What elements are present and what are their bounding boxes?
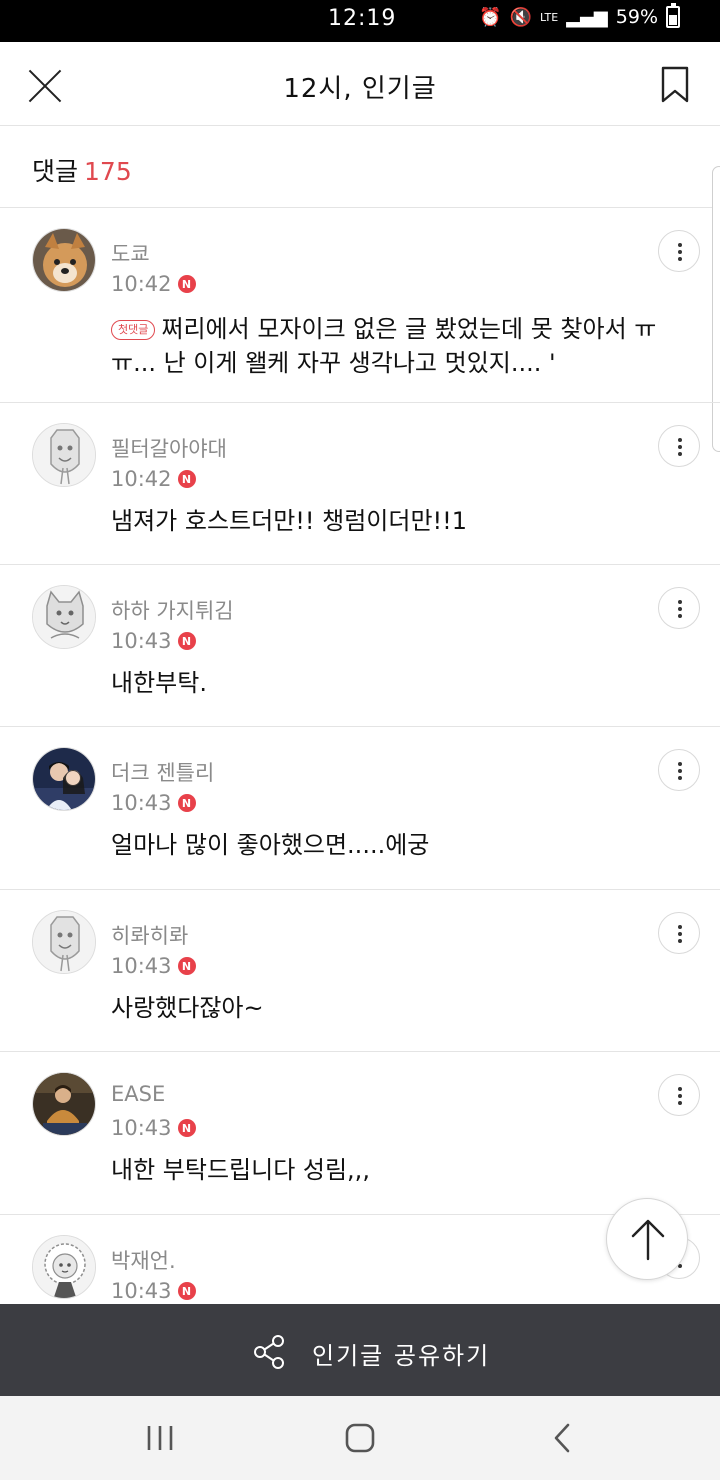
- more-icon[interactable]: [658, 587, 700, 629]
- app-header: 12시, 인기글: [0, 42, 720, 126]
- alarm-icon: ⏰: [479, 6, 502, 28]
- new-badge: N: [177, 470, 196, 488]
- comment-item: 도쿄 10:42 N 첫댓글 쩌리에서 모자이크 없은 글 봤었는데 못 찾아서 …: [0, 208, 720, 403]
- cat-avatar-icon: [33, 586, 95, 648]
- photo-avatar-icon: [33, 748, 95, 810]
- comment-time: 10:43: [111, 791, 172, 815]
- avatar[interactable]: [32, 228, 96, 292]
- comment-time: 10:43: [111, 954, 172, 978]
- avatar[interactable]: [32, 1072, 96, 1136]
- comment-author[interactable]: EASE: [111, 1082, 165, 1106]
- new-badge: N: [177, 794, 196, 812]
- more-icon[interactable]: [658, 425, 700, 467]
- signal-icon: ▂▄▆: [566, 6, 608, 28]
- status-bar: 12:19 ⏰ 🔇 LTE ▂▄▆ 59%: [0, 0, 720, 42]
- comment-meta: 10:42 N: [111, 467, 196, 491]
- character-avatar-icon: [33, 1236, 95, 1298]
- comment-count-label: 댓글 175: [32, 152, 132, 188]
- new-badge: N: [177, 1119, 196, 1137]
- comment-time: 10:42: [111, 272, 172, 296]
- default-avatar-icon: [33, 424, 95, 486]
- comment-list: 도쿄 10:42 N 첫댓글 쩌리에서 모자이크 없은 글 봤었는데 못 찾아서 …: [0, 208, 720, 1304]
- comment-count-bar: 댓글 175: [0, 126, 720, 208]
- comment-author[interactable]: 필터갈아야대: [111, 433, 227, 463]
- recent-apps-icon[interactable]: [140, 1418, 180, 1458]
- avatar[interactable]: [32, 910, 96, 974]
- new-badge: N: [177, 275, 196, 293]
- comment-meta: 10:43 N: [111, 791, 196, 815]
- comment-item: 더크 젠틀리 10:43 N 얼마나 많이 좋아했으면.....에궁: [0, 727, 720, 890]
- comment-item: 필터갈아야대 10:42 N 냄져가 호스트더만!! 챙럼이더만!!1: [0, 403, 720, 565]
- comment-label: 댓글: [32, 157, 79, 186]
- share-icon: [254, 1335, 284, 1369]
- more-icon[interactable]: [658, 749, 700, 791]
- comment-meta: 10:42 N: [111, 272, 196, 296]
- battery-percent: 59%: [615, 6, 658, 28]
- comment-time: 10:43: [111, 1116, 172, 1140]
- first-comment-badge: 첫댓글: [111, 320, 156, 340]
- avatar[interactable]: [32, 747, 96, 811]
- comment-item: 하하 가지튀김 10:43 N 내한부탁.: [0, 565, 720, 727]
- avatar[interactable]: [32, 585, 96, 649]
- comment-item: EASE 10:43 N 내한 부탁드립니다 성림,,,: [0, 1052, 720, 1215]
- more-icon[interactable]: [658, 230, 700, 272]
- new-badge: N: [177, 1282, 196, 1300]
- comment-text: 사랑했다잖아~: [111, 994, 264, 1022]
- comment-item: 히롸히롸 10:43 N 사랑했다잖아~: [0, 890, 720, 1052]
- mute-icon: 🔇: [509, 6, 532, 28]
- share-button[interactable]: 인기글 공유하기: [0, 1304, 720, 1396]
- arrow-up-icon: [631, 1219, 665, 1261]
- new-badge: N: [177, 632, 196, 650]
- page-title: 12시, 인기글: [283, 74, 437, 104]
- photo-avatar-icon: [33, 1073, 95, 1135]
- comment-text: 냄져가 호스트더만!! 챙럼이더만!!1: [111, 507, 468, 535]
- comment-author[interactable]: 히롸히롸: [111, 920, 188, 950]
- network-label: LTE: [539, 10, 559, 24]
- avatar[interactable]: [32, 1235, 96, 1299]
- comment-text: 내한부탁.: [111, 669, 207, 697]
- scroll-to-top-button[interactable]: [606, 1198, 688, 1280]
- comment-time: 10:43: [111, 1279, 172, 1303]
- more-icon[interactable]: [658, 1074, 700, 1116]
- comment-author[interactable]: 더크 젠틀리: [111, 757, 214, 787]
- comment-time: 10:42: [111, 467, 172, 491]
- comment-text: 내한 부탁드립니다 성림,,,: [111, 1156, 370, 1184]
- dog-avatar-icon: [33, 229, 95, 291]
- comment-meta: 10:43 N: [111, 954, 196, 978]
- comment-body: 쩌리에서 모자이크 없은 글 봤었는데 못 찾아서 ㅠㅠ... 난 이게 왤케 …: [111, 315, 657, 377]
- more-icon[interactable]: [658, 912, 700, 954]
- comment-count: 175: [84, 157, 132, 186]
- status-icons: ⏰ 🔇 LTE ▂▄▆ 59%: [479, 3, 680, 28]
- comment-meta: 10:43 N: [111, 629, 196, 653]
- comment-author[interactable]: 도쿄: [111, 238, 150, 268]
- comment-author[interactable]: 하하 가지튀김: [111, 595, 234, 625]
- comment-time: 10:43: [111, 629, 172, 653]
- new-badge: N: [177, 957, 196, 975]
- status-time: 12:19: [328, 6, 397, 31]
- battery-icon: [666, 3, 680, 28]
- bookmark-icon[interactable]: [660, 66, 690, 104]
- default-avatar-icon: [33, 911, 95, 973]
- back-icon[interactable]: [543, 1418, 583, 1458]
- comment-text: 첫댓글 쩌리에서 모자이크 없은 글 봤었는데 못 찾아서 ㅠㅠ... 난 이게 …: [111, 312, 672, 380]
- system-nav-bar: [0, 1396, 720, 1480]
- home-icon[interactable]: [340, 1418, 380, 1458]
- comment-text: 얼마나 많이 좋아했으면.....에궁: [111, 831, 430, 859]
- comment-author[interactable]: 박재언.: [111, 1245, 176, 1275]
- comment-meta: 10:43 N: [111, 1279, 196, 1303]
- comment-meta: 10:43 N: [111, 1116, 196, 1140]
- share-label: 인기글 공유하기: [312, 1342, 491, 1370]
- avatar[interactable]: [32, 423, 96, 487]
